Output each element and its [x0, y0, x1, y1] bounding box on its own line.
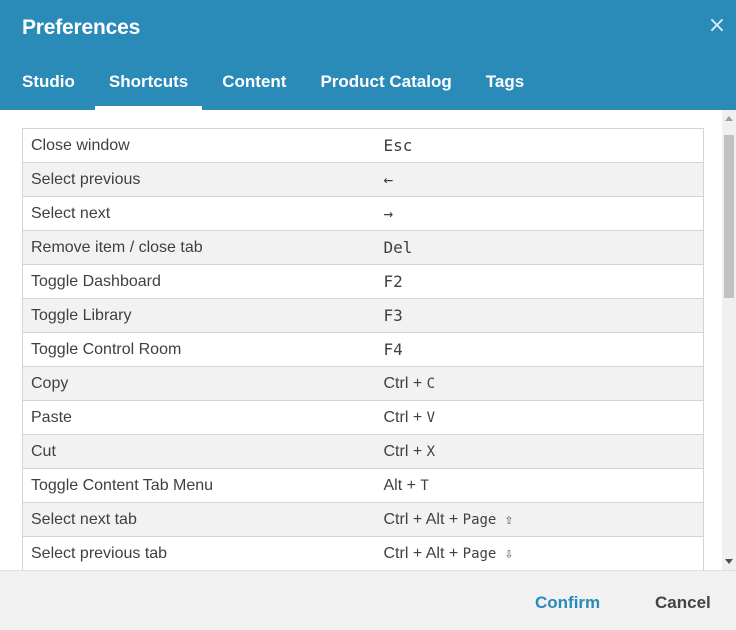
scroll-up-arrow-icon[interactable] — [725, 116, 733, 121]
shortcut-keys: Alt + T — [367, 468, 704, 503]
shortcut-key: C — [426, 375, 436, 392]
scroll-down-arrow-icon[interactable] — [725, 559, 733, 564]
shortcut-modifier: Ctrl + Alt + — [383, 510, 463, 528]
shortcut-key: V — [426, 409, 436, 426]
shortcut-keys: Esc — [367, 128, 704, 163]
tab-product-catalog[interactable]: Product Catalog — [320, 62, 451, 110]
shortcut-action: Close window — [22, 128, 368, 163]
table-row: Select next tab Ctrl + Alt + Page ⇧ — [22, 502, 704, 537]
shortcut-keys: Ctrl + V — [367, 400, 704, 435]
shortcut-keys: Ctrl + X — [367, 434, 704, 469]
dialog-header: Preferences × Studio Shortcuts Content P… — [0, 0, 736, 110]
shortcut-action: Toggle Content Tab Menu — [22, 468, 368, 503]
table-row: Remove item / close tab Del — [22, 230, 704, 265]
shortcut-action: Cut — [22, 434, 368, 469]
dialog-title: Preferences — [22, 16, 141, 39]
tab-studio[interactable]: Studio — [22, 62, 75, 110]
tab-bar: Studio Shortcuts Content Product Catalog… — [22, 62, 558, 110]
scrollbar-thumb[interactable] — [724, 135, 734, 298]
shortcut-action: Toggle Control Room — [22, 332, 368, 367]
shortcut-action: Toggle Library — [22, 298, 368, 333]
shortcut-key: Page ⇩ — [462, 545, 514, 562]
shortcut-key: X — [426, 443, 436, 460]
shortcut-action: Toggle Dashboard — [22, 264, 368, 299]
shortcut-action: Select previous tab — [22, 536, 368, 570]
table-row: Toggle Library F3 — [22, 298, 704, 333]
table-row: Select next → — [22, 196, 704, 231]
shortcut-keys: F3 — [367, 298, 704, 333]
tab-content[interactable]: Content — [222, 62, 286, 110]
cancel-button[interactable]: Cancel — [655, 593, 711, 613]
shortcut-keys: Ctrl + Alt + Page ⇩ — [367, 536, 704, 570]
shortcut-modifier: Ctrl + — [383, 442, 427, 460]
shortcut-keys: F2 — [367, 264, 704, 299]
shortcut-key: Page ⇧ — [462, 511, 514, 528]
confirm-button[interactable]: Confirm — [535, 593, 600, 613]
shortcut-action: Paste — [22, 400, 368, 435]
table-row: Select previous tab Ctrl + Alt + Page ⇩ — [22, 536, 704, 570]
shortcut-action: Copy — [22, 366, 368, 401]
shortcut-key: T — [420, 477, 429, 494]
shortcut-modifier: Ctrl + — [383, 408, 427, 426]
table-row: Copy Ctrl + C — [22, 366, 704, 401]
shortcut-keys: ← — [367, 162, 704, 197]
table-row: Toggle Dashboard F2 — [22, 264, 704, 299]
close-icon[interactable]: × — [706, 15, 728, 37]
shortcuts-table: Close window Esc Select previous ← Selec… — [22, 128, 704, 570]
shortcut-keys: → — [367, 196, 704, 231]
table-row: Paste Ctrl + V — [22, 400, 704, 435]
shortcut-keys: F4 — [367, 332, 704, 367]
shortcuts-panel: Close window Esc Select previous ← Selec… — [0, 110, 736, 570]
shortcut-modifier: Ctrl + Alt + — [383, 544, 463, 562]
shortcut-keys: Ctrl + C — [367, 366, 704, 401]
tab-shortcuts[interactable]: Shortcuts — [94, 62, 203, 110]
vertical-scrollbar[interactable] — [722, 110, 736, 570]
dialog-footer: Confirm Cancel — [0, 570, 736, 630]
shortcut-keys: Ctrl + Alt + Page ⇧ — [367, 502, 704, 537]
tab-tags[interactable]: Tags — [486, 62, 524, 110]
table-row: Cut Ctrl + X — [22, 434, 704, 469]
shortcut-modifier: Alt + — [383, 476, 421, 494]
table-row: Close window Esc — [22, 128, 704, 163]
shortcut-keys: Del — [367, 230, 704, 265]
shortcut-action: Select next — [22, 196, 368, 231]
table-row: Select previous ← — [22, 162, 704, 197]
table-row: Toggle Content Tab Menu Alt + T — [22, 468, 704, 503]
shortcut-action: Select previous — [22, 162, 368, 197]
shortcut-modifier: Ctrl + — [383, 374, 427, 392]
shortcut-action: Remove item / close tab — [22, 230, 368, 265]
table-row: Toggle Control Room F4 — [22, 332, 704, 367]
shortcut-action: Select next tab — [22, 502, 368, 537]
